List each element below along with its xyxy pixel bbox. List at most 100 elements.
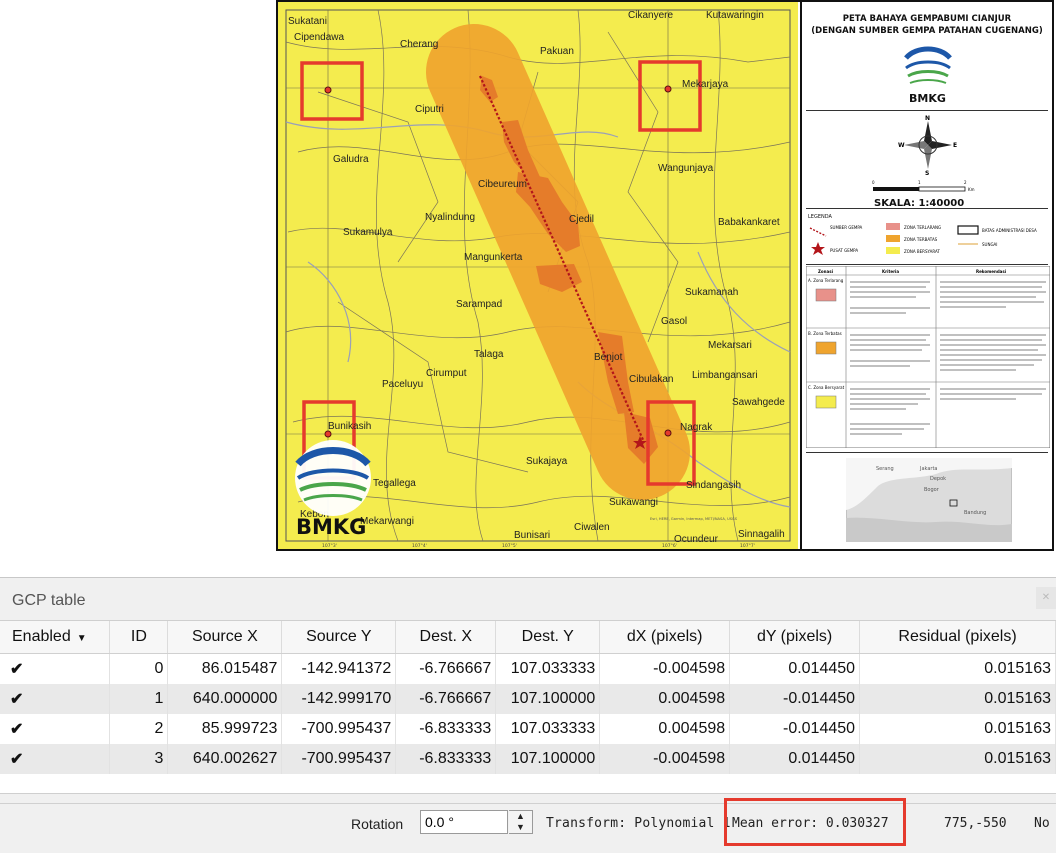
gcp-point-0[interactable] (324, 86, 332, 94)
gcp-panel-title: GCP table (12, 592, 86, 609)
header-dy[interactable]: dY (pixels) (729, 621, 861, 654)
inset-map: Serang Jakarta Depok Bogor Bandung (846, 458, 1012, 542)
cell-id: 2 (109, 714, 169, 744)
label-gasol: Gasol (661, 316, 687, 327)
cell-dy: -0.014450 (729, 684, 861, 714)
label-kutawaringin: Kutawaringin (706, 10, 764, 21)
header-source-y[interactable]: Source Y (281, 621, 397, 654)
svg-text:Jakarta: Jakarta (919, 466, 938, 472)
header-source-x[interactable]: Source X (167, 621, 283, 654)
map-canvas[interactable]: Sukatani Cipendawa Cherang Cikanyere Kut… (278, 2, 798, 549)
enabled-checkbox[interactable]: ✔ (0, 744, 111, 774)
cell-source-y[interactable]: -142.941372 (281, 653, 397, 684)
cell-source-x[interactable]: 86.015487 (167, 653, 283, 684)
map-legend-panel: PETA BAHAYA GEMPABUMI CIANJUR (DENGAN SU… (800, 2, 1052, 549)
gcp-point-1[interactable] (664, 85, 672, 93)
enabled-checkbox[interactable]: ✔ (0, 714, 111, 744)
label-talaga: Talaga (474, 349, 504, 360)
label-ocundeur: Ocundeur (674, 534, 719, 545)
label-sukawangi: Sukawangi (609, 497, 658, 508)
label-mekarjaya: Mekarjaya (682, 79, 729, 90)
svg-text:1: 1 (918, 180, 921, 185)
cell-source-x[interactable]: 640.002627 (167, 744, 283, 774)
svg-text:BATAS ADMINISTRASI DESA: BATAS ADMINISTRASI DESA (982, 228, 1037, 233)
table-row[interactable]: ✔ 2 85.999723 -700.995437 -6.833333 107.… (0, 714, 1056, 744)
cell-dest-x[interactable]: -6.766667 (395, 684, 497, 714)
cell-dx: -0.004598 (599, 653, 731, 684)
svg-text:Depok: Depok (930, 476, 946, 482)
svg-text:107°3': 107°3' (322, 543, 337, 549)
label-cikanyere: Cikanyere (628, 10, 673, 21)
cell-dest-y[interactable]: 107.100000 (495, 684, 601, 714)
label-paceluyu: Paceluyu (382, 379, 423, 390)
label-mekarwangi: Mekarwangi (360, 516, 414, 527)
rotation-stepper[interactable]: ▲ ▼ (509, 810, 533, 834)
spin-up-icon[interactable]: ▲ (516, 811, 525, 821)
cell-dest-x[interactable]: -6.833333 (395, 714, 497, 744)
label-sawahgede: Sawahgede (732, 397, 785, 408)
cell-source-y[interactable]: -142.999170 (281, 684, 397, 714)
table-row[interactable]: ✔ 3 640.002627 -700.995437 -6.833333 107… (0, 744, 1056, 774)
header-id[interactable]: ID (109, 621, 169, 654)
svg-text:PUSAT GEMPA: PUSAT GEMPA (830, 248, 858, 253)
label-bunikasih: Bunikasih (328, 421, 371, 432)
cell-residual: 0.015163 (859, 653, 1056, 684)
svg-text:Rekomendasi: Rekomendasi (976, 269, 1007, 274)
bmkg-logo-icon: BMKG (904, 46, 952, 105)
svg-text:SUNGAI: SUNGAI (982, 242, 997, 247)
label-mekarsari: Mekarsari (708, 340, 752, 351)
georeferencer-statusbar: Rotation ▲▼ Transform: Polynomial 1 Mean… (0, 798, 1056, 846)
enabled-checkbox[interactable]: ✔ (0, 684, 111, 714)
gcp-table[interactable]: Enabled ▼ ID Source X Source Y Dest. X De… (0, 620, 1056, 794)
spin-down-icon[interactable]: ▼ (516, 822, 525, 832)
svg-text:Zonasi: Zonasi (818, 269, 834, 274)
compass-n: N (925, 115, 930, 122)
svg-text:107°4': 107°4' (412, 543, 427, 549)
svg-text:Bogor: Bogor (924, 487, 940, 493)
header-dest-y[interactable]: Dest. Y (495, 621, 601, 654)
cell-dx: -0.004598 (599, 744, 731, 774)
rotation-input[interactable] (420, 810, 508, 834)
mean-error-highlight (724, 798, 906, 846)
north-arrow-icon: N S W E (898, 115, 957, 175)
panel-close-icon[interactable]: ✕ (1036, 587, 1056, 609)
cell-dest-y[interactable]: 107.033333 (495, 653, 601, 684)
label-cirumput: Cirumput (426, 368, 467, 379)
cell-source-y[interactable]: -700.995437 (281, 744, 397, 774)
header-dest-x[interactable]: Dest. X (395, 621, 497, 654)
status-trailing-text: No (1034, 816, 1050, 831)
header-enabled[interactable]: Enabled ▼ (0, 621, 111, 654)
label-pakuan: Pakuan (540, 46, 574, 57)
label-ciputri: Ciputri (415, 104, 444, 115)
transform-type: Transform: Polynomial 1 (546, 816, 731, 831)
cell-dest-x[interactable]: -6.833333 (395, 744, 497, 774)
cell-residual: 0.015163 (859, 684, 1056, 714)
svg-text:0: 0 (872, 180, 875, 185)
compass-s: S (925, 170, 929, 175)
header-dx[interactable]: dX (pixels) (599, 621, 731, 654)
label-sinnagalih: Sinnagalih (738, 529, 785, 540)
cell-source-x[interactable]: 640.000000 (167, 684, 283, 714)
cell-source-y[interactable]: -700.995437 (281, 714, 397, 744)
cell-dest-x[interactable]: -6.766667 (395, 653, 497, 684)
svg-text:2: 2 (964, 180, 967, 185)
svg-text:A. Zona Terlarang: A. Zona Terlarang (808, 278, 844, 283)
svg-text:107°5': 107°5' (502, 543, 517, 549)
label-babakankaret: Babakankaret (718, 217, 780, 228)
cell-dest-y[interactable]: 107.033333 (495, 714, 601, 744)
legend-title: LEGENDA (808, 214, 832, 220)
cell-source-x[interactable]: 85.999723 (167, 714, 283, 744)
cell-dy: -0.014450 (729, 714, 861, 744)
svg-text:ZONA BERSYARAT: ZONA BERSYARAT (904, 249, 940, 254)
table-row[interactable]: ✔ 1 640.000000 -142.999170 -6.766667 107… (0, 684, 1056, 714)
label-mangunkerta: Mangunkerta (464, 252, 523, 263)
gcp-point-3[interactable] (664, 429, 672, 437)
header-residual[interactable]: Residual (pixels) (859, 621, 1056, 654)
enabled-checkbox[interactable]: ✔ (0, 653, 111, 684)
label-sindangasih: Sindangasih (686, 480, 741, 491)
table-row[interactable]: ✔ 0 86.015487 -142.941372 -6.766667 107.… (0, 653, 1056, 684)
cell-dest-y[interactable]: 107.100000 (495, 744, 601, 774)
svg-text:107°7': 107°7' (740, 543, 755, 549)
label-cibulakan: Cibulakan (629, 374, 673, 385)
scale-bar: 0 1 2 Km SKALA: 1:40000 (872, 180, 975, 209)
